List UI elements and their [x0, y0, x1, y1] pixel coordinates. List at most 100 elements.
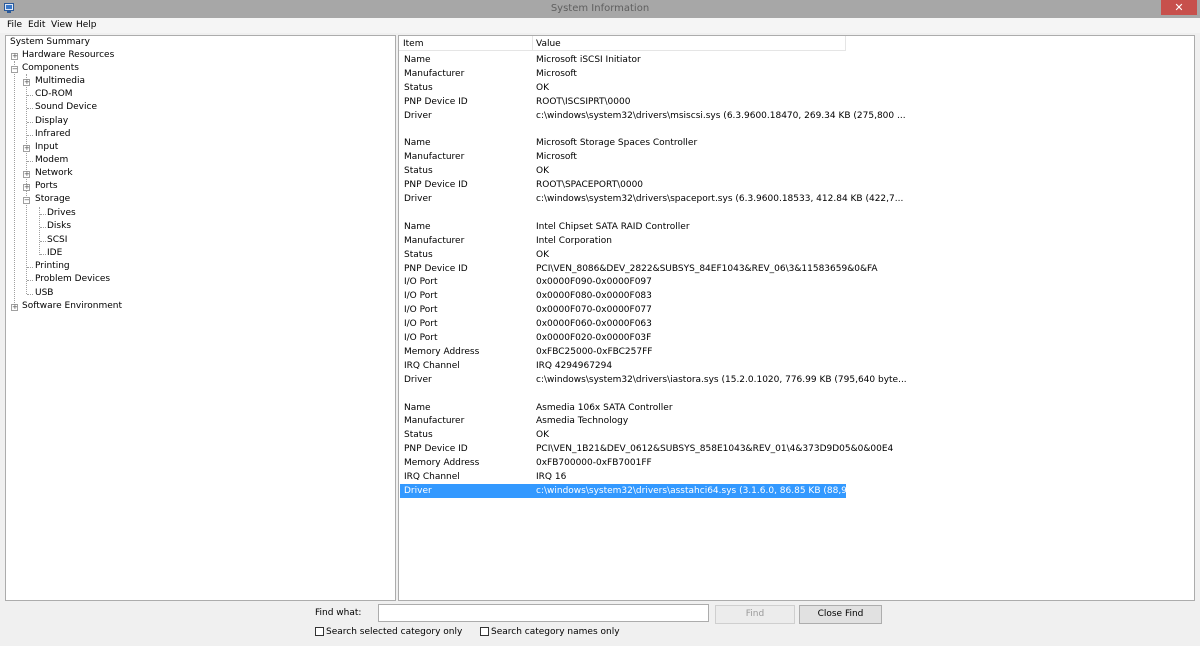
cell-value: Microsoft: [536, 68, 577, 79]
list-row[interactable]: Name Microsoft Storage Spaces Controller: [400, 136, 846, 150]
tree-item-storage[interactable]: Storage: [35, 193, 70, 206]
cell-value: 0x0000F020-0x0000F03F: [536, 333, 652, 343]
menu-edit[interactable]: Edit: [28, 20, 45, 30]
list-row[interactable]: I/O Port 0x0000F080-0x0000F083: [400, 289, 846, 303]
list-row[interactable]: PNP Device ID PCI\VEN_1B21&DEV_0612&SUBSY…: [400, 442, 893, 456]
menu-help[interactable]: Help: [76, 20, 97, 30]
list-row[interactable]: I/O Port 0x0000F070-0x0000F077: [400, 303, 846, 317]
cell-value: c:\windows\system32\drivers\asstahci64.s…: [536, 485, 904, 496]
menu-file[interactable]: File: [7, 20, 22, 30]
blank-row[interactable]: [400, 123, 846, 137]
tree-item-hardware-resources[interactable]: Hardware Resources: [22, 49, 114, 62]
cell-item: Manufacturer: [404, 416, 465, 427]
column-divider[interactable]: [532, 36, 533, 51]
list-row[interactable]: Name Asmedia 106x SATA Controller: [400, 401, 846, 415]
list-row[interactable]: Driver c:\windows\system32\drivers\msiscs…: [400, 109, 906, 123]
list-row[interactable]: Manufacturer Microsoft: [400, 150, 846, 164]
find-what-input[interactable]: [378, 604, 709, 622]
cell-item: I/O Port: [404, 277, 438, 288]
expand-icon[interactable]: +: [23, 171, 30, 178]
blank-row[interactable]: [400, 206, 846, 220]
list-row[interactable]: Status OK: [400, 428, 846, 442]
expand-icon[interactable]: +: [23, 184, 30, 191]
tree-item-infrared[interactable]: Infrared: [35, 128, 71, 141]
blank-row[interactable]: [400, 387, 846, 401]
list-row[interactable]: Manufacturer Intel Corporation: [400, 234, 846, 248]
tree-item-printing[interactable]: Printing: [35, 260, 70, 273]
find-button[interactable]: Find: [715, 605, 795, 624]
category-tree[interactable]: System Summary + Hardware Resources − Co…: [5, 35, 396, 601]
tree-item-multimedia[interactable]: Multimedia: [35, 75, 85, 88]
tree-branch: [27, 108, 33, 109]
cell-value: Asmedia Technology: [536, 416, 629, 427]
menu-view[interactable]: View: [51, 20, 72, 30]
list-row[interactable]: PNP Device ID ROOT\SPACEPORT\0000: [400, 178, 846, 192]
tree-item-network[interactable]: Network: [35, 167, 73, 180]
tree-item-drives[interactable]: Drives: [47, 207, 76, 220]
list-row[interactable]: Status OK: [400, 164, 846, 178]
cell-value: ROOT\SPACEPORT\0000: [536, 180, 644, 191]
list-row[interactable]: Name Intel Chipset SATA RAID Controller: [400, 220, 846, 234]
tree-branch: [27, 161, 33, 162]
collapse-icon[interactable]: −: [23, 197, 30, 204]
column-header-value[interactable]: Value: [536, 39, 561, 49]
list-row[interactable]: Memory Address 0xFB700000-0xFB7001FF: [400, 456, 846, 470]
tree-item-usb[interactable]: USB: [35, 287, 53, 300]
checkbox-box[interactable]: [480, 627, 489, 636]
tree-branch: [27, 122, 33, 123]
tree-item-scsi[interactable]: SCSI: [47, 234, 67, 247]
details-list[interactable]: Item Value Name Microsoft iSCSI Initiator…: [398, 35, 1195, 601]
list-row[interactable]: Driver c:\windows\system32\drivers\iastor…: [400, 373, 907, 387]
list-row[interactable]: I/O Port 0x0000F090-0x0000F097: [400, 275, 846, 289]
close-find-button[interactable]: Close Find: [799, 605, 882, 624]
tree-item-cdrom[interactable]: CD-ROM: [35, 88, 73, 101]
collapse-icon[interactable]: −: [11, 66, 18, 73]
expand-icon[interactable]: +: [11, 53, 18, 60]
list-row[interactable]: Name Microsoft iSCSI Initiator: [400, 53, 846, 67]
expand-icon[interactable]: +: [23, 145, 30, 152]
checkbox-label[interactable]: Search category names only: [491, 626, 620, 638]
list-row[interactable]: PNP Device ID PCI\VEN_8086&DEV_2822&SUBSY…: [400, 262, 877, 276]
list-row[interactable]: Manufacturer Microsoft: [400, 67, 846, 81]
list-row[interactable]: Memory Address 0xFBC25000-0xFBC257FF: [400, 345, 846, 359]
tree-item-problem-devices[interactable]: Problem Devices: [35, 273, 110, 286]
tree-item-input[interactable]: Input: [35, 141, 58, 154]
checkbox-label[interactable]: Search selected category only: [326, 626, 462, 638]
expand-icon[interactable]: +: [11, 304, 18, 311]
list-row[interactable]: Status OK: [400, 248, 846, 262]
tree-branch: [40, 214, 46, 215]
tree-item-disks[interactable]: Disks: [47, 220, 71, 233]
list-row[interactable]: I/O Port 0x0000F020-0x0000F03F: [400, 331, 846, 345]
checkbox-box[interactable]: [315, 627, 324, 636]
column-header-item[interactable]: Item: [403, 39, 424, 49]
cell-item: IRQ Channel: [404, 472, 460, 482]
cell-item: Driver: [404, 110, 432, 121]
list-row[interactable]: Driver c:\windows\system32\drivers\spacep…: [400, 192, 903, 206]
list-row[interactable]: Manufacturer Asmedia Technology: [400, 414, 846, 428]
list-row[interactable]: Status OK: [400, 81, 846, 95]
tree-item-software-environment[interactable]: Software Environment: [22, 300, 122, 313]
tree-branch: [27, 294, 33, 295]
cell-value: Intel Chipset SATA RAID Controller: [536, 221, 690, 232]
tree-item-system-summary[interactable]: System Summary: [10, 36, 90, 49]
expand-icon[interactable]: +: [23, 79, 30, 86]
list-row[interactable]: I/O Port 0x0000F060-0x0000F063: [400, 317, 846, 331]
tree-item-display[interactable]: Display: [35, 115, 68, 128]
tree-item-modem[interactable]: Modem: [35, 154, 68, 167]
list-row[interactable]: IRQ Channel IRQ 16: [400, 470, 846, 484]
list-row[interactable]: PNP Device ID ROOT\ISCSIPRT\0000: [400, 95, 846, 109]
tree-item-ide[interactable]: IDE: [47, 247, 62, 260]
tree-item-components[interactable]: Components: [22, 62, 79, 75]
cell-value: IRQ 16: [536, 472, 567, 482]
close-window-button[interactable]: ✕: [1161, 0, 1197, 15]
tree-item-sound-device[interactable]: Sound Device: [35, 101, 97, 114]
list-row[interactable]: Driver c:\windows\system32\drivers\asstah…: [400, 483, 904, 498]
list-row[interactable]: IRQ Channel IRQ 4294967294: [400, 359, 846, 373]
cell-item: Manufacturer: [404, 68, 465, 79]
column-divider[interactable]: [845, 36, 846, 51]
cell-item: I/O Port: [404, 333, 438, 343]
cell-item: PNP Device ID: [404, 263, 468, 274]
title-bar: System Information ✕: [0, 0, 1200, 18]
cell-value: c:\windows\system32\drivers\spaceport.sy…: [536, 194, 904, 204]
tree-item-ports[interactable]: Ports: [35, 180, 58, 193]
